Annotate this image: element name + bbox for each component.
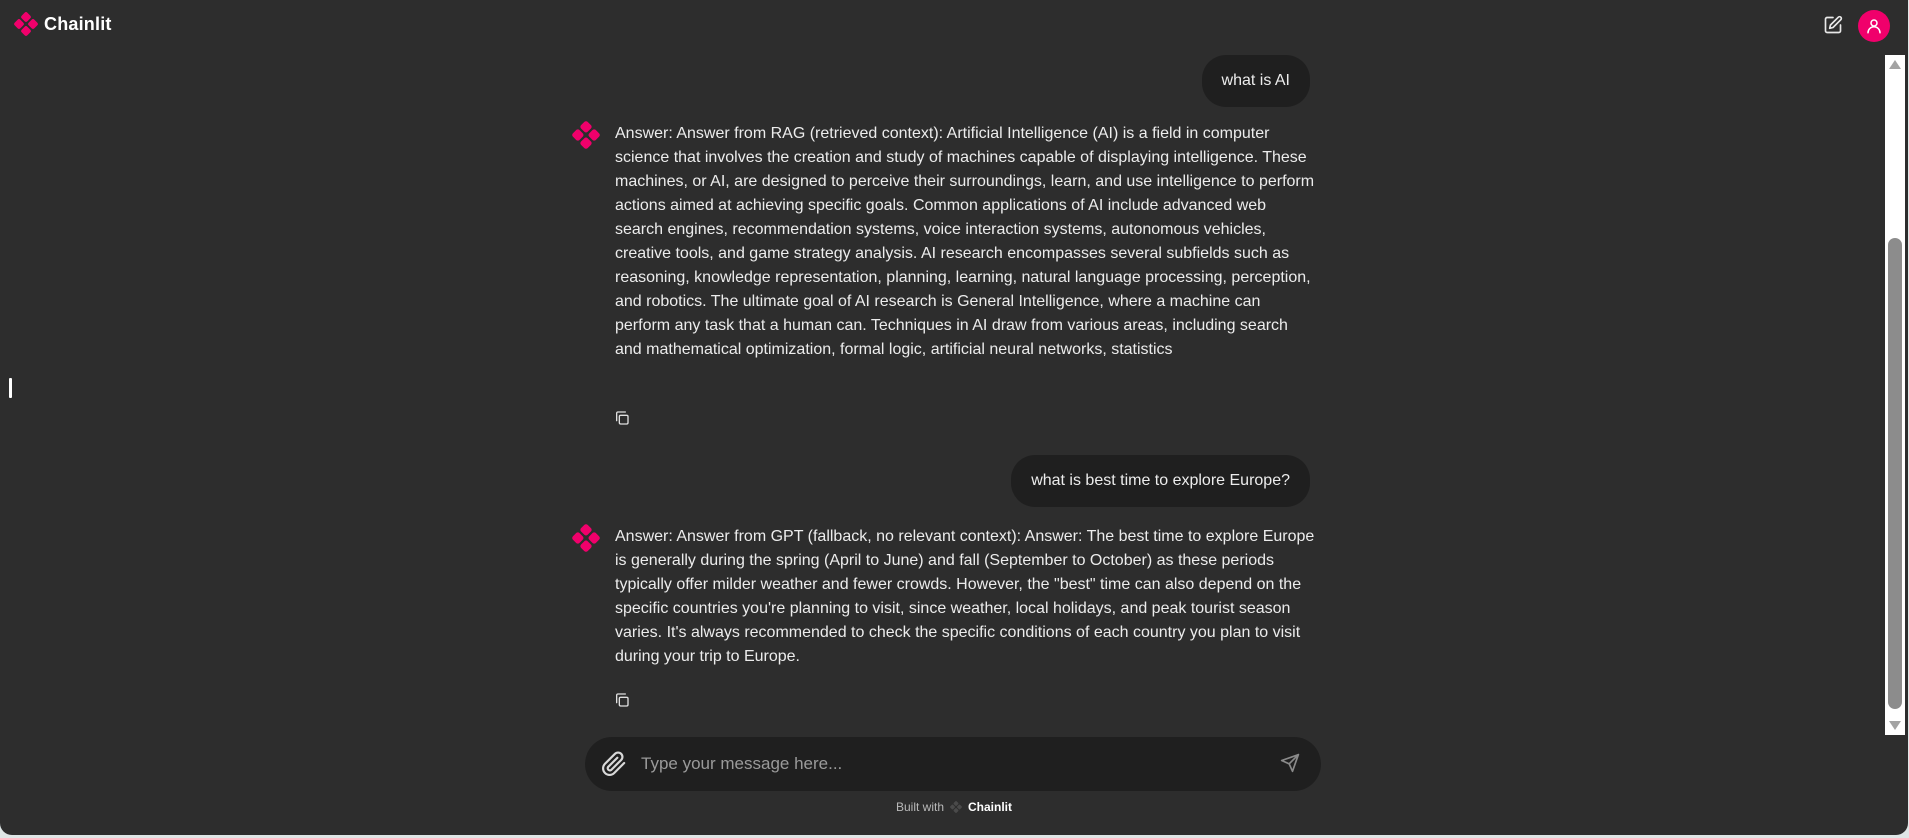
footer-brand: Chainlit	[968, 800, 1013, 814]
copy-icon	[616, 693, 629, 707]
built-with-footer[interactable]: Built with Chainlit	[0, 800, 1908, 814]
paperclip-icon	[602, 751, 626, 776]
user-message: what is best time to explore Europe?	[0, 455, 1908, 507]
chainlit-logo-icon	[950, 801, 962, 813]
assistant-message: Answer: Answer from GPT (fallback, no re…	[0, 521, 1908, 721]
copy-button[interactable]	[614, 692, 632, 710]
new-chat-button[interactable]	[1822, 14, 1844, 36]
user-avatar-button[interactable]	[1858, 10, 1890, 42]
assistant-message: Answer: Answer from RAG (retrieved conte…	[0, 118, 1908, 428]
edit-icon	[1824, 15, 1843, 34]
message-input[interactable]	[641, 747, 1241, 781]
send-icon	[1280, 753, 1300, 773]
chat-app: Chainlit what is AI Answer: Answer from …	[0, 0, 1908, 835]
attach-button[interactable]	[601, 751, 627, 777]
user-message-bubble: what is best time to explore Europe?	[1011, 455, 1310, 507]
assistant-avatar-icon	[572, 121, 600, 149]
chainlit-logo-icon	[14, 12, 38, 36]
scroll-down-arrow-icon[interactable]	[1889, 721, 1901, 730]
message-composer	[585, 737, 1321, 791]
scroll-up-arrow-icon[interactable]	[1889, 60, 1901, 69]
assistant-avatar-icon	[572, 524, 600, 552]
header: Chainlit	[0, 0, 1908, 50]
assistant-message-text: Answer: Answer from RAG (retrieved conte…	[615, 125, 1315, 358]
user-message-bubble: what is AI	[1201, 55, 1310, 107]
user-icon	[1867, 19, 1881, 34]
scrollbar[interactable]	[1885, 55, 1905, 735]
user-message: what is AI	[0, 55, 1908, 107]
built-with-label: Built with	[895, 800, 945, 814]
brand-logo[interactable]: Chainlit	[14, 12, 112, 36]
scroll-thumb[interactable]	[1888, 238, 1902, 709]
copy-button[interactable]	[614, 410, 632, 428]
assistant-message-text: Answer: Answer from GPT (fallback, no re…	[615, 528, 1315, 665]
send-button[interactable]	[1280, 753, 1302, 775]
brand-name: Chainlit	[44, 13, 112, 34]
copy-icon	[616, 411, 629, 425]
